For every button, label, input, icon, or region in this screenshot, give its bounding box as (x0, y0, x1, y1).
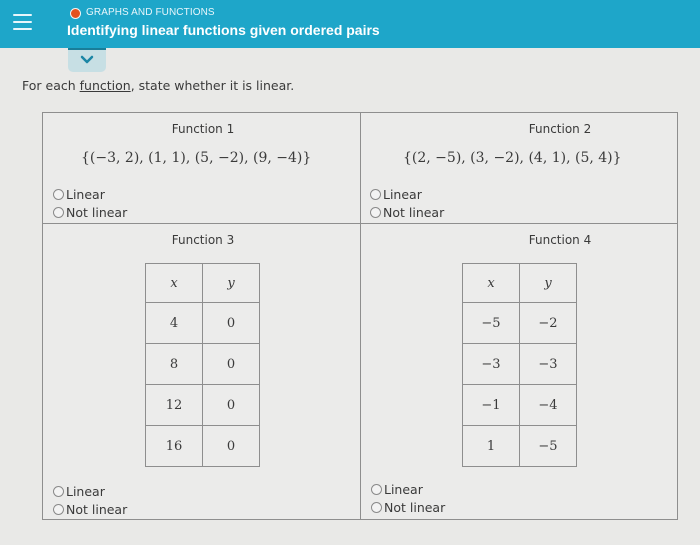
table-row: 8 0 (145, 343, 260, 385)
function-4-linear-option[interactable]: Linear (371, 480, 445, 498)
function-definition-link[interactable]: function (80, 78, 131, 93)
y-value: 0 (202, 343, 260, 385)
hamburger-line (13, 21, 32, 23)
x-value: 12 (145, 384, 203, 426)
option-label: Linear (66, 483, 105, 499)
option-label: Not linear (384, 499, 446, 515)
function-4-options: Linear Not linear (371, 480, 445, 516)
table-header-row: x y (462, 263, 577, 303)
table-row: −3 −3 (462, 343, 577, 385)
radio-button[interactable] (370, 188, 381, 200)
functions-grid: Function 1 {(−3, 2), (1, 1), (5, −2), (9… (42, 112, 678, 520)
option-label: Linear (384, 481, 423, 497)
function-1-set: {(−3, 2), (1, 1), (5, −2), (9, −4)} (81, 150, 312, 166)
radio-button[interactable] (371, 483, 382, 495)
option-label: Not linear (383, 204, 445, 220)
y-value: −5 (519, 425, 577, 467)
function-4-not-linear-option[interactable]: Not linear (371, 498, 445, 516)
table-row: −1 −4 (462, 384, 577, 426)
function-2-cell: Function 2 {(2, −5), (3, −2), (4, 1), (5… (361, 113, 677, 224)
function-4-table: x y −5 −2 −3 −3 −1 −4 1 −5 (462, 263, 577, 467)
instructions-after: , state whether it is linear. (130, 78, 295, 93)
x-value: 8 (145, 343, 203, 385)
table-row: 16 0 (145, 425, 260, 467)
function-2-not-linear-option[interactable]: Not linear (370, 203, 444, 221)
table-header-row: x y (145, 263, 260, 303)
topic-label: GRAPHS AND FUNCTIONS (86, 7, 215, 18)
column-header-y: y (202, 263, 260, 303)
x-value: 16 (145, 425, 203, 467)
topic-status-icon (70, 8, 81, 19)
function-4-cell: Function 4 x y −5 −2 −3 −3 −1 −4 1 −5 Li… (361, 224, 677, 519)
y-value: −3 (519, 343, 577, 385)
function-1-title: Function 1 (171, 122, 235, 136)
instructions-before: For each (22, 78, 80, 93)
column-header-y: y (519, 263, 577, 303)
hamburger-line (13, 14, 32, 16)
y-value: −4 (519, 384, 577, 426)
function-2-options: Linear Not linear (370, 185, 444, 221)
column-header-x: x (145, 263, 203, 303)
function-3-title: Function 3 (171, 233, 235, 247)
y-value: −2 (519, 302, 577, 344)
instructions: For each function, state whether it is l… (22, 78, 294, 93)
x-value: 4 (145, 302, 203, 344)
function-2-set: {(2, −5), (3, −2), (4, 1), (5, 4)} (403, 150, 622, 166)
table-row: −5 −2 (462, 302, 577, 344)
radio-button[interactable] (53, 485, 64, 497)
radio-button[interactable] (53, 206, 64, 218)
function-1-options: Linear Not linear (53, 185, 127, 221)
table-row: 1 −5 (462, 425, 577, 467)
table-row: 4 0 (145, 302, 260, 344)
table-row: 12 0 (145, 384, 260, 426)
radio-button[interactable] (370, 206, 381, 218)
app-header: GRAPHS AND FUNCTIONS Identifying linear … (0, 0, 700, 48)
chevron-down-icon (80, 55, 94, 64)
hamburger-line (13, 28, 32, 30)
option-label: Not linear (66, 204, 128, 220)
lesson-title: Identifying linear functions given order… (67, 22, 380, 38)
expand-header-button[interactable] (68, 48, 106, 72)
function-3-options: Linear Not linear (53, 482, 127, 518)
function-1-not-linear-option[interactable]: Not linear (53, 203, 127, 221)
y-value: 0 (202, 425, 260, 467)
function-3-not-linear-option[interactable]: Not linear (53, 500, 127, 518)
hamburger-menu-icon[interactable] (13, 14, 32, 30)
x-value: −3 (462, 343, 520, 385)
option-label: Linear (383, 186, 422, 202)
radio-button[interactable] (371, 501, 382, 513)
function-1-linear-option[interactable]: Linear (53, 185, 127, 203)
function-3-cell: Function 3 x y 4 0 8 0 12 0 16 0 Linear … (43, 224, 361, 519)
function-3-table: x y 4 0 8 0 12 0 16 0 (145, 263, 260, 467)
function-3-linear-option[interactable]: Linear (53, 482, 127, 500)
column-header-x: x (462, 263, 520, 303)
option-label: Not linear (66, 501, 128, 517)
radio-button[interactable] (53, 188, 64, 200)
radio-button[interactable] (53, 503, 64, 515)
x-value: −5 (462, 302, 520, 344)
x-value: 1 (462, 425, 520, 467)
y-value: 0 (202, 302, 260, 344)
function-2-title: Function 2 (528, 122, 592, 136)
function-1-cell: Function 1 {(−3, 2), (1, 1), (5, −2), (9… (43, 113, 361, 224)
function-2-linear-option[interactable]: Linear (370, 185, 444, 203)
x-value: −1 (462, 384, 520, 426)
y-value: 0 (202, 384, 260, 426)
function-4-title: Function 4 (528, 233, 592, 247)
option-label: Linear (66, 186, 105, 202)
